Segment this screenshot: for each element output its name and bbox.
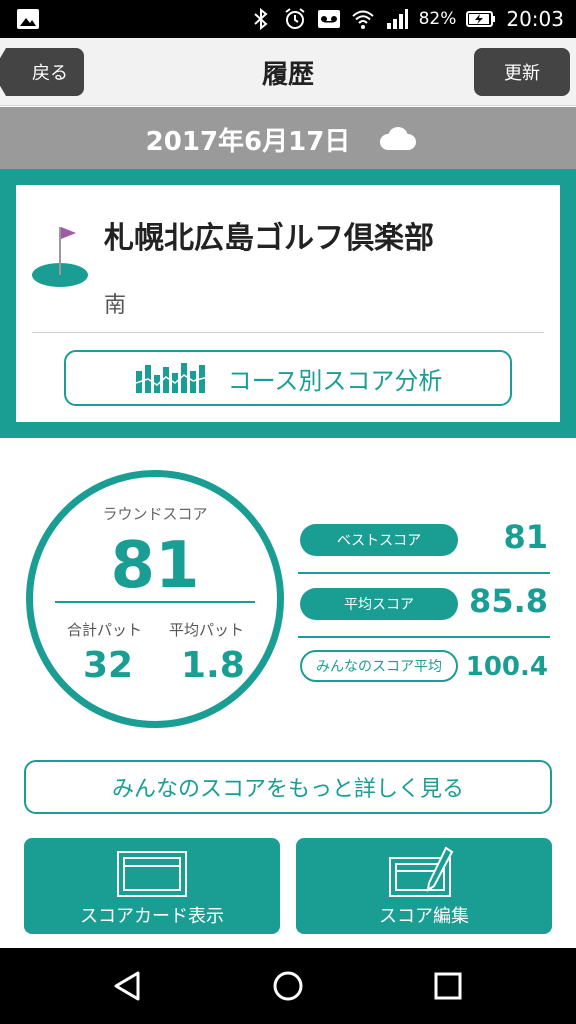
- course-analysis-button[interactable]: コース別スコア分析: [64, 350, 512, 406]
- scorecard-icon: [117, 851, 187, 897]
- best-score-label: ベストスコア: [300, 524, 458, 556]
- status-bar: 82% 20:03: [0, 0, 576, 38]
- total-putts-label: 合計パット: [67, 621, 143, 639]
- course-analysis-label: コース別スコア分析: [227, 366, 443, 395]
- divider: [32, 332, 544, 333]
- round-score-value: 81: [110, 529, 200, 603]
- score-section: ラウンドスコア 81 合計パット 平均パット 32 1.8 ベストスコア 81 …: [0, 438, 576, 948]
- round-score-label: ラウンドスコア: [102, 505, 208, 523]
- header-bar: 戻る 履歴 更新: [0, 38, 576, 106]
- avg-putts-label: 平均パット: [169, 621, 245, 639]
- course-card: 札幌北広島ゴルフ倶楽部 南 コース別スコア分析: [16, 185, 560, 422]
- more-scores-button[interactable]: みんなのスコアをもっと詳しく見る: [24, 760, 552, 814]
- signal-icon: [386, 9, 408, 29]
- wifi-icon: [351, 10, 374, 29]
- date-bar: 2017年6月17日: [0, 107, 576, 169]
- battery-charging-icon: [466, 11, 496, 27]
- edit-score-button[interactable]: スコア編集: [296, 838, 552, 934]
- total-putts-value: 32: [83, 645, 134, 686]
- everyone-average-label: みんなのスコア平均: [300, 650, 458, 682]
- course-name: 札幌北広島ゴルフ倶楽部: [104, 221, 434, 256]
- average-score-row: 平均スコア 85.8: [298, 576, 550, 638]
- best-score-value: 81: [503, 518, 548, 556]
- everyone-average-value: 100.4: [465, 652, 548, 682]
- everyone-average-row: みんなのスコア平均 100.4: [298, 638, 550, 700]
- scorecard-label: スコアカード表示: [80, 906, 224, 927]
- recents-square-icon[interactable]: [430, 968, 466, 1004]
- ring-divider: [55, 601, 255, 603]
- sub-course-name: 南: [104, 293, 127, 318]
- round-date: 2017年6月17日: [145, 127, 351, 157]
- battery-percent: 82%: [418, 9, 457, 29]
- scorecard-button[interactable]: スコアカード表示: [24, 838, 280, 934]
- best-score-row: ベストスコア 81: [298, 512, 550, 574]
- avg-putts-value: 1.8: [181, 645, 245, 686]
- system-nav-bar: [0, 948, 576, 1024]
- back-triangle-icon[interactable]: [110, 968, 146, 1004]
- cloud-icon: [380, 127, 416, 150]
- clock: 20:03: [506, 7, 564, 31]
- bar-chart-icon: [135, 363, 208, 393]
- average-score-label: 平均スコア: [300, 588, 458, 620]
- update-button[interactable]: 更新: [474, 48, 570, 96]
- edit-score-label: スコア編集: [379, 906, 469, 927]
- bluetooth-icon: [253, 7, 268, 31]
- voicemail-icon: [317, 10, 340, 28]
- edit-card-icon: [389, 846, 454, 897]
- golf-flag-icon: [32, 227, 88, 287]
- course-panel: 札幌北広島ゴルフ倶楽部 南 コース別スコア分析: [0, 169, 576, 438]
- image-icon: [17, 9, 39, 29]
- round-score-ring: ラウンドスコア 81 合計パット 平均パット 32 1.8: [26, 470, 284, 728]
- average-score-value: 85.8: [469, 582, 548, 620]
- home-circle-icon[interactable]: [270, 968, 306, 1004]
- alarm-icon: [284, 8, 305, 29]
